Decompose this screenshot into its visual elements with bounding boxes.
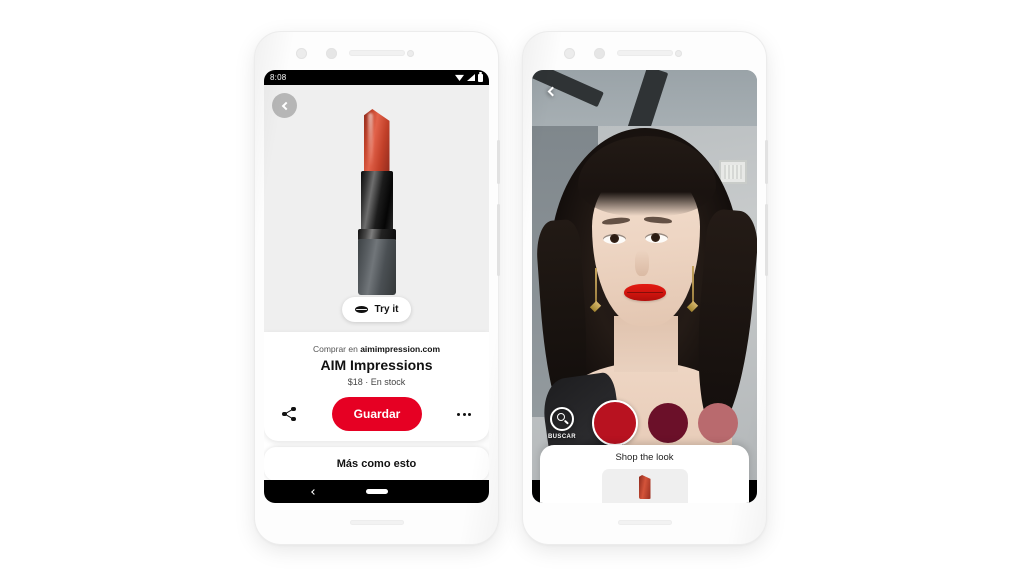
volume-button[interactable] [765,204,768,276]
light-sensor-icon [675,50,682,57]
save-button[interactable]: Guardar [331,397,423,431]
shade-swatch-rail: BUSCAR [532,395,757,451]
signal-icon [467,74,475,81]
lipstick-thumbnail-card[interactable] [601,469,688,503]
merchant-domain-link[interactable]: aimimpression.com [360,344,440,354]
phone-sensors [255,46,498,62]
product-image-area: Try it [264,85,489,332]
status-bar-icons [455,72,483,82]
bottom-speaker [617,520,672,525]
product-action-row: Guardar [274,397,479,431]
lipstick-base [357,239,396,295]
try-it-button[interactable]: Try it [341,297,412,322]
lipstick-product-image[interactable] [355,109,399,295]
phone-sensors [523,46,766,62]
virtual-tryon-phone: BUSCAR Shop the look [523,32,768,544]
search-label: BUSCAR [547,433,577,440]
power-button[interactable] [497,140,500,184]
back-button[interactable] [272,93,297,118]
earpiece-speaker [617,50,673,56]
chevron-left-icon [281,101,290,110]
swatch-burgundy[interactable] [648,403,688,443]
model-iris-right [651,233,660,242]
model-lips-applied-color [624,284,666,301]
swatch-red[interactable] [592,400,638,446]
nav-back-icon[interactable] [311,488,317,495]
lipstick-thumbnail-image [638,475,651,499]
search-button[interactable]: BUSCAR [542,406,582,440]
buy-prefix-label: Comprar en [312,344,361,354]
light-sensor-icon [407,50,414,57]
screenshot-canvas: 8:08 Try it Comprar en aimimpression.com… [0,0,1024,576]
bottom-speaker [349,520,404,525]
battery-icon [478,72,483,82]
status-bar-time: 8:08 [270,73,287,82]
model-nose [635,250,649,276]
earring-right [692,266,694,304]
merchant-line: Comprar en aimimpression.com [274,344,479,354]
product-info-card: Comprar en aimimpression.com AIM Impress… [264,332,489,441]
nav-home-indicator[interactable] [365,489,388,494]
shop-the-look-sheet: Shop the look [540,445,749,503]
front-camera-icon [296,48,307,59]
left-phone-screen: 8:08 Try it Comprar en aimimpression.com… [264,70,489,503]
wifi-icon [455,74,464,81]
model-iris-left [610,234,619,243]
chevron-left-icon [547,86,558,96]
search-icon [550,406,574,431]
lipstick-tube [360,171,393,233]
try-it-label: Try it [374,304,399,315]
android-nav-bar [264,480,489,503]
price-stock-label: $18 · En stock [347,377,406,387]
lipstick-highlight [367,113,373,167]
more-horizontal-icon[interactable] [457,412,471,416]
lips-icon [354,306,368,313]
share-icon[interactable] [282,406,297,422]
front-camera-icon [564,48,575,59]
product-title: AIM Impressions [320,357,433,373]
selfie-camera-preview[interactable]: BUSCAR Shop the look [532,70,757,503]
sensor-icon [594,48,605,59]
swatch-rose[interactable] [698,403,738,443]
back-button[interactable] [540,80,562,102]
volume-button[interactable] [497,204,500,276]
product-detail-phone: 8:08 Try it Comprar en aimimpression.com… [255,32,500,544]
shop-the-look-title: Shop the look [615,452,674,463]
earpiece-speaker [349,50,405,56]
right-phone-screen: BUSCAR Shop the look [532,70,757,503]
earring-left [595,268,597,304]
more-like-this-button[interactable]: Más como esto [264,447,489,481]
power-button[interactable] [765,140,768,184]
wall-picture-frame [721,162,745,182]
sensor-icon [326,48,337,59]
status-bar: 8:08 [264,70,489,85]
